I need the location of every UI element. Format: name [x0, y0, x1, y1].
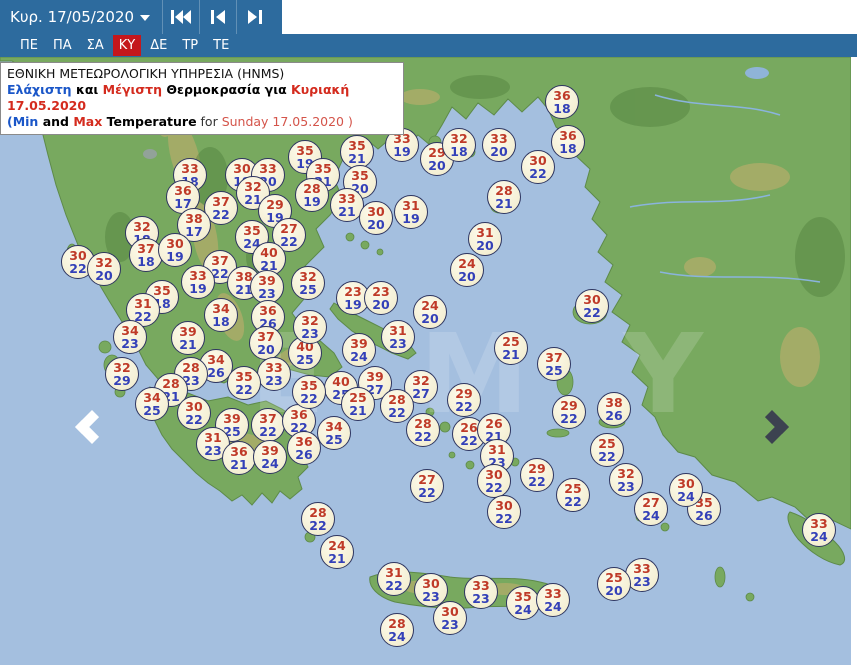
legend-line-greek: Ελάχιστη και Μέγιστη Θερμοκρασία για Κυρ… — [7, 82, 397, 114]
agency-title: ΕΘΝΙΚΗ ΜΕΤΕΩΡΟΛΟΓΙΚΗ ΥΠΗΡΕΣΙΑ (HNMS) — [7, 66, 285, 81]
legend-segment: for — [196, 114, 222, 129]
legend-segment: Sunday 17.05.2020 ) — [221, 114, 353, 129]
tab-ΤΡ[interactable]: ΤΡ — [176, 35, 204, 56]
first-day-button[interactable] — [163, 0, 199, 34]
day-tabs: ΠΕ ΠΑ ΣΑ ΚΥ ΔΕ ΤΡ ΤΕ — [0, 34, 857, 57]
legend-infobox: ΕΘΝΙΚΗ ΜΕΤΕΩΡΟΛΟΓΙΚΗ ΥΠΗΡΕΣΙΑ (HNMS) Ελά… — [0, 62, 404, 135]
legend-segment: (Min — [7, 114, 39, 129]
previous-day-button[interactable] — [200, 0, 236, 34]
legend-line-english: (Min and Max Temperature for Sunday 17.0… — [7, 114, 397, 130]
tab-ΣΑ[interactable]: ΣΑ — [81, 35, 110, 56]
legend-segment: Ελάχιστη — [7, 82, 72, 97]
legend-segment: Θερμοκρασία για — [162, 82, 292, 97]
date-toolbar: Κυρ. 17/05/2020 — [0, 0, 282, 34]
step-forward-icon — [248, 10, 263, 24]
tab-ΤΕ[interactable]: ΤΕ — [207, 35, 235, 56]
watermark: Ε Μ Υ — [250, 310, 731, 438]
next-day-button[interactable] — [237, 0, 273, 34]
city-area — [143, 149, 157, 159]
map-terrain: Ε Μ Υ — [0, 57, 851, 665]
tab-ΔΕ[interactable]: ΔΕ — [144, 35, 173, 56]
legend-segment: Temperature — [102, 114, 197, 129]
weather-app-screen: Κυρ. 17/05/2020 ΠΕ ΠΑ ΣΑ ΚΥ ΔΕ ΤΡ ΤΕ Ε Μ… — [0, 0, 857, 671]
tab-ΠΑ[interactable]: ΠΑ — [47, 35, 78, 56]
tab-ΠΕ[interactable]: ΠΕ — [14, 35, 44, 56]
legend-segment: and — [38, 114, 74, 129]
legend-segment: Μέγιστη — [102, 82, 163, 97]
chevron-down-icon — [140, 15, 151, 21]
step-back-icon — [211, 10, 226, 24]
date-selector-button[interactable]: Κυρ. 17/05/2020 — [0, 0, 162, 34]
legend-segment: Max — [73, 114, 103, 129]
skip-to-first-icon — [171, 10, 192, 24]
legend-segment: και — [71, 82, 103, 97]
forecast-map: Ε Μ Υ ΕΘΝΙΚΗ ΜΕΤΕΩΡΟΛΟΓΙΚΗ ΥΠΗΡΕΣΙΑ (HNM… — [0, 57, 851, 665]
date-label: Κυρ. 17/05/2020 — [10, 8, 135, 26]
tab-ΚΥ[interactable]: ΚΥ — [112, 35, 142, 56]
